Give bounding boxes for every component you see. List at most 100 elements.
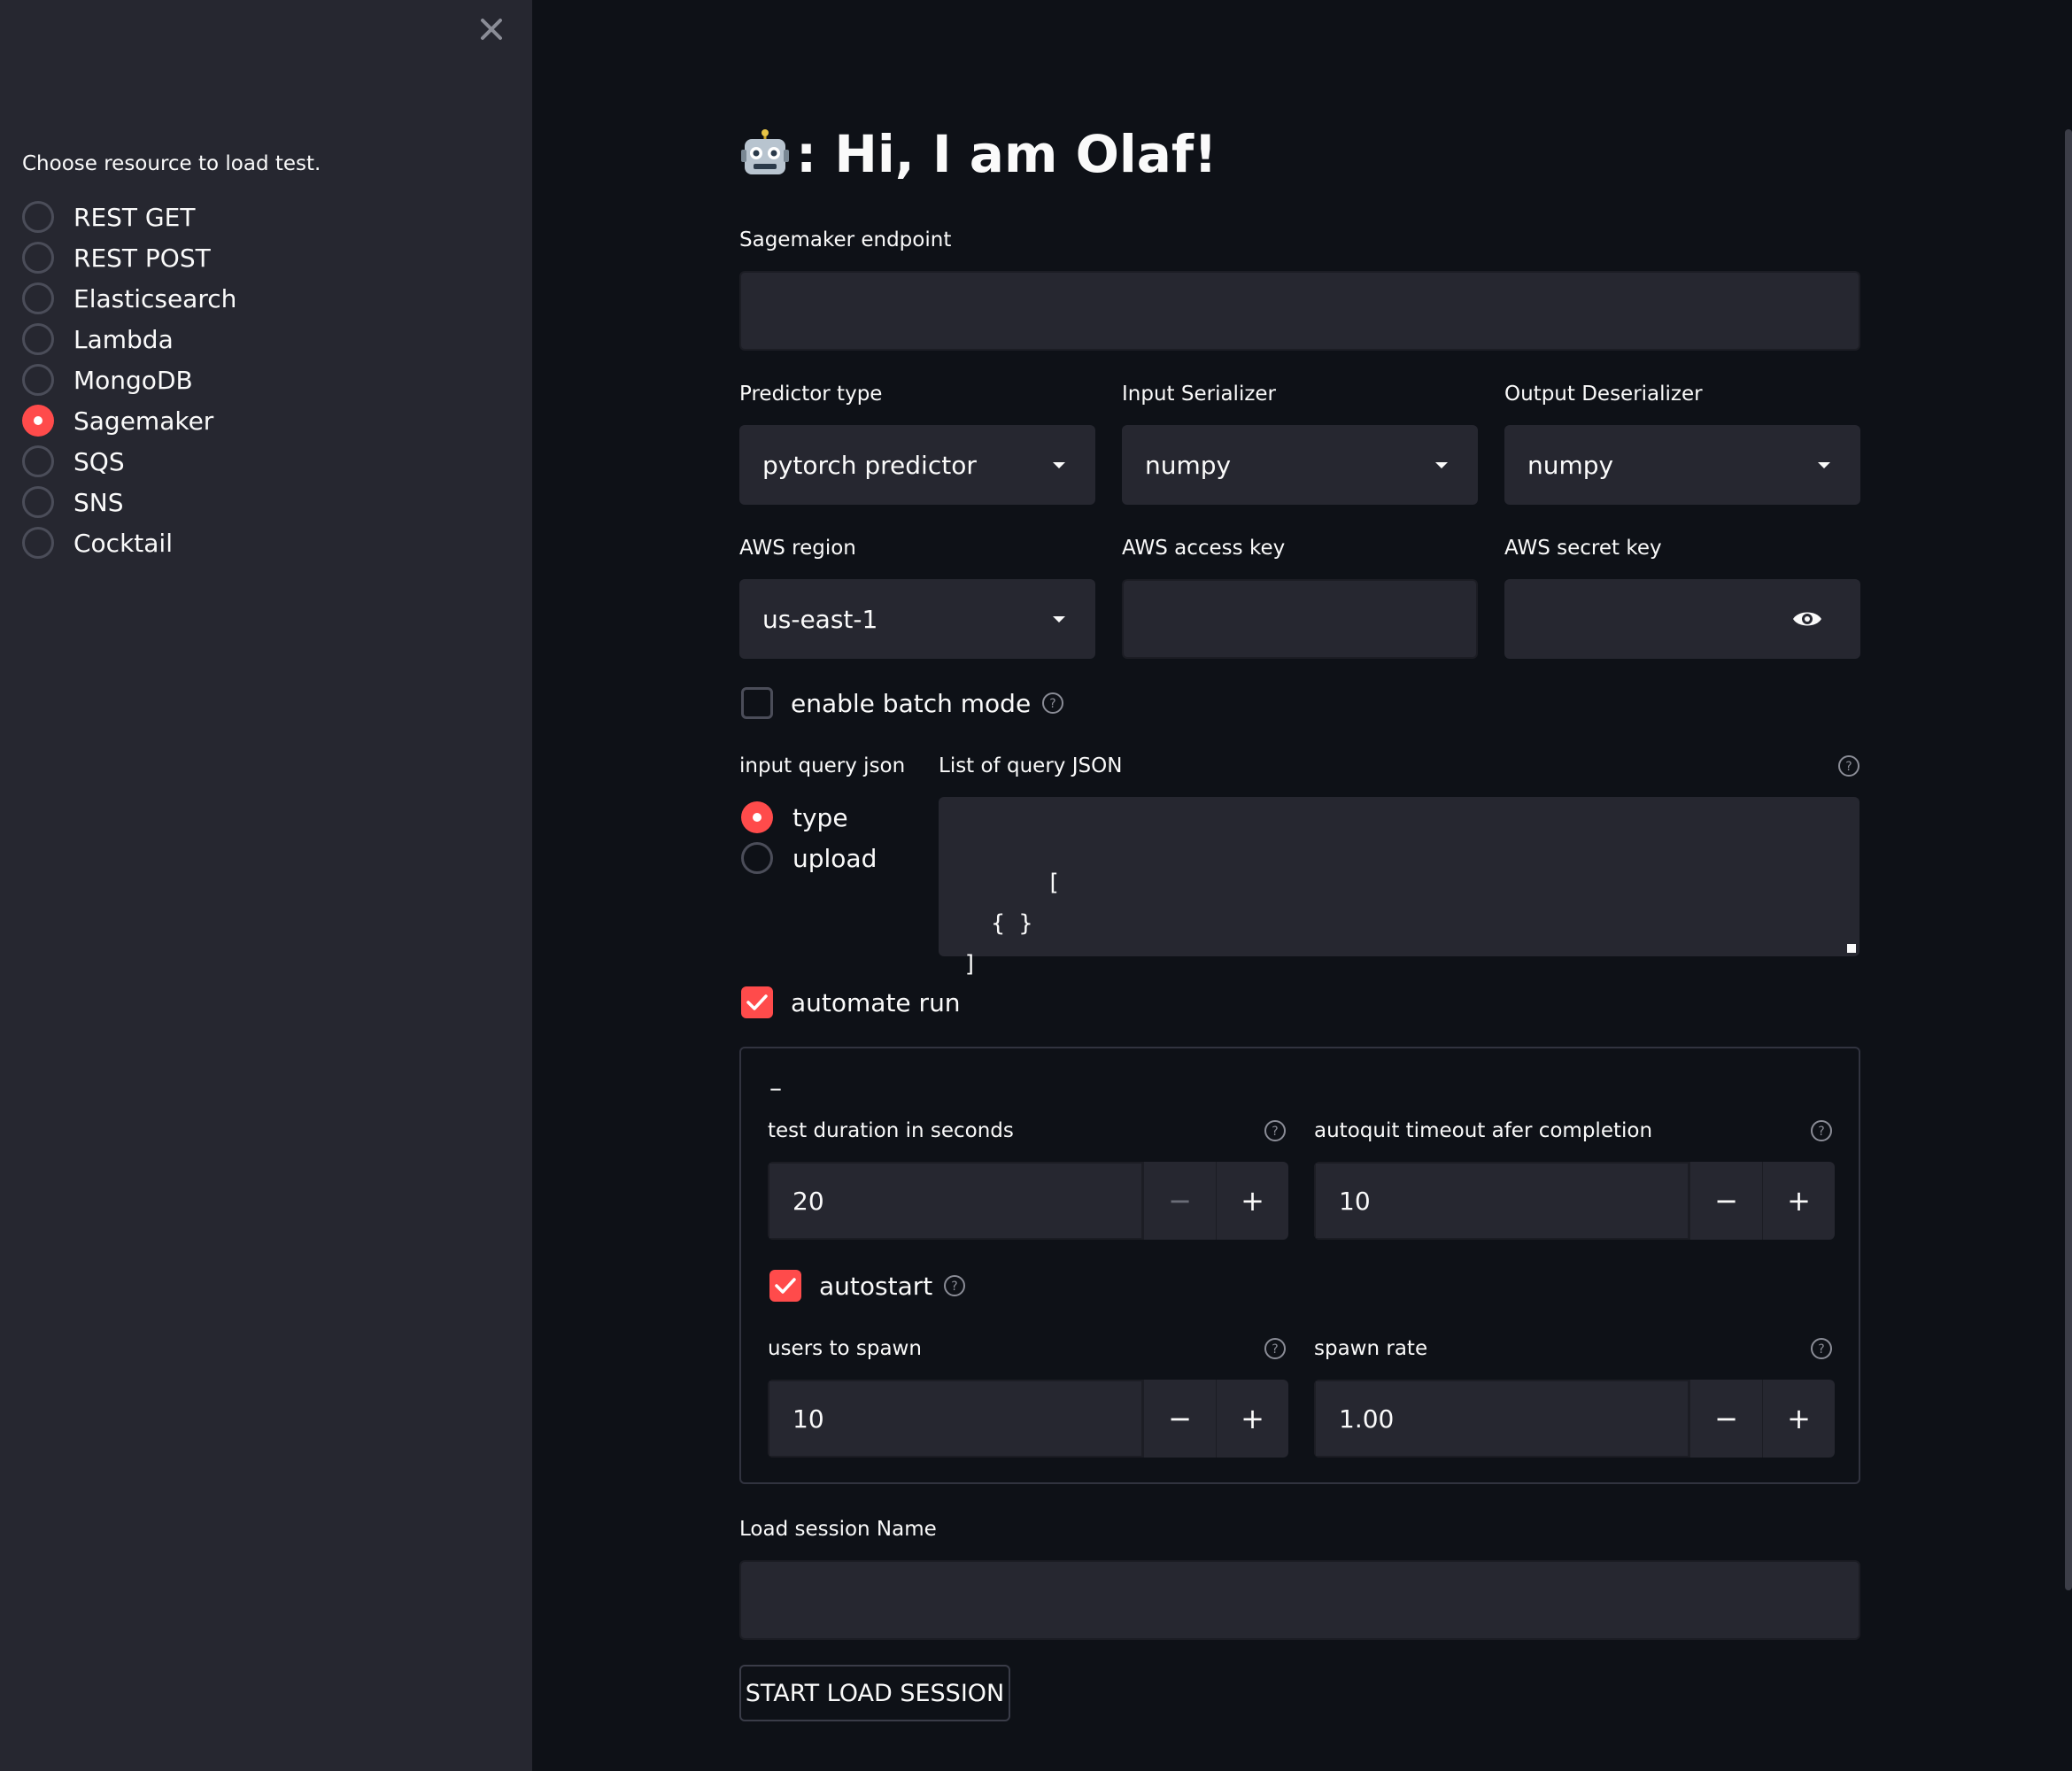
expander-collapse-toggle[interactable]: –	[769, 1073, 782, 1102]
sidebar: Choose resource to load test. REST GET RE…	[0, 0, 532, 1771]
batch-mode-checkbox[interactable]: enable batch mode ?	[741, 687, 1064, 719]
resource-label: Choose resource to load test.	[22, 152, 321, 175]
decrement-button[interactable]: −	[1689, 1380, 1762, 1458]
predictor-type-select[interactable]: pytorch predictor	[739, 425, 1095, 505]
query-json-textarea[interactable]: [ { } ]	[939, 797, 1859, 978]
show-password-icon[interactable]	[1791, 608, 1823, 630]
help-icon[interactable]: ?	[1810, 1119, 1833, 1142]
resource-option-sqs[interactable]: SQS	[22, 441, 236, 482]
resize-handle[interactable]	[1847, 944, 1856, 953]
scrollbar[interactable]	[2065, 129, 2072, 1590]
autoquit-number-input: 10 − +	[1314, 1162, 1835, 1240]
users-to-spawn-number-input: 10 − +	[768, 1380, 1288, 1458]
close-sidebar-button[interactable]	[475, 13, 507, 45]
checkbox-box[interactable]	[769, 1270, 801, 1302]
spawn-rate-number-input: 1.00 − +	[1314, 1380, 1835, 1458]
svg-text:?: ?	[1845, 760, 1852, 774]
radio-button[interactable]	[22, 242, 54, 274]
svg-text:?: ?	[1272, 1342, 1278, 1357]
help-icon[interactable]: ?	[1837, 754, 1860, 777]
start-load-session-button[interactable]: START LOAD SESSION	[739, 1665, 1010, 1721]
aws-secret-key-label: AWS secret key	[1504, 537, 1662, 560]
increment-button[interactable]: +	[1216, 1162, 1288, 1240]
aws-region-value: us-east-1	[762, 604, 878, 634]
output-deserializer-select[interactable]: numpy	[1504, 425, 1860, 505]
radio-label: type	[792, 802, 848, 832]
query-json-value: [ { } ]	[963, 870, 1061, 978]
radio-button[interactable]	[22, 323, 54, 355]
decrement-button[interactable]: −	[1143, 1162, 1216, 1240]
spawn-rate-value[interactable]: 1.00	[1314, 1380, 1689, 1458]
radio-button[interactable]	[22, 486, 54, 518]
title-text: : Hi, I am Olaf!	[796, 124, 1218, 184]
close-icon	[481, 19, 502, 40]
radio-label: Sagemaker	[73, 406, 214, 436]
resource-option-lambda[interactable]: Lambda	[22, 319, 236, 360]
chevron-down-icon	[1053, 462, 1065, 468]
predictor-type-label: Predictor type	[739, 383, 883, 406]
duration-value[interactable]: 20	[768, 1162, 1143, 1240]
resource-option-mongodb[interactable]: MongoDB	[22, 360, 236, 400]
autostart-checkbox[interactable]: autostart ?	[769, 1270, 966, 1302]
resource-option-rest-get[interactable]: REST GET	[22, 197, 236, 237]
query-input-option-type[interactable]: type	[741, 797, 877, 838]
checkmark-icon	[775, 1278, 796, 1294]
resource-radio-group: REST GET REST POST Elasticsearch Lambda Mong…	[22, 197, 236, 563]
help-icon[interactable]: ?	[1264, 1337, 1287, 1360]
predictor-type-value: pytorch predictor	[762, 450, 977, 480]
autoquit-value[interactable]: 10	[1314, 1162, 1689, 1240]
svg-text:?: ?	[1818, 1125, 1824, 1139]
radio-button[interactable]	[22, 201, 54, 233]
svg-text:?: ?	[1818, 1342, 1824, 1357]
resource-option-sns[interactable]: SNS	[22, 482, 236, 522]
checkbox-box[interactable]	[741, 986, 773, 1018]
help-icon[interactable]: ?	[1264, 1119, 1287, 1142]
help-icon[interactable]: ?	[1810, 1337, 1833, 1360]
automate-run-checkbox[interactable]: automate run	[741, 986, 961, 1018]
query-input-label: input query json	[739, 754, 906, 777]
increment-button[interactable]: +	[1216, 1380, 1288, 1458]
users-to-spawn-value[interactable]: 10	[768, 1380, 1143, 1458]
radio-button[interactable]	[22, 527, 54, 559]
output-deserializer-label: Output Deserializer	[1504, 383, 1703, 406]
help-icon[interactable]: ?	[1041, 692, 1064, 715]
input-serializer-select[interactable]: numpy	[1122, 425, 1478, 505]
help-icon[interactable]: ?	[943, 1274, 966, 1297]
radio-label: REST POST	[73, 243, 211, 273]
resource-option-rest-post[interactable]: REST POST	[22, 237, 236, 278]
radio-button[interactable]	[22, 405, 54, 437]
chevron-down-icon	[1435, 462, 1448, 468]
aws-region-select[interactable]: us-east-1	[739, 579, 1095, 659]
duration-number-input: 20 − +	[768, 1162, 1288, 1240]
spawn-rate-label: spawn rate	[1314, 1337, 1428, 1360]
duration-label: test duration in seconds	[768, 1119, 1014, 1142]
radio-button[interactable]	[22, 282, 54, 314]
resource-option-elasticsearch[interactable]: Elasticsearch	[22, 278, 236, 319]
automate-settings-expander: – test duration in seconds ? 20 − + auto…	[739, 1047, 1860, 1484]
radio-button[interactable]	[22, 445, 54, 477]
resource-option-cocktail[interactable]: Cocktail	[22, 522, 236, 563]
session-name-input[interactable]	[739, 1560, 1860, 1640]
radio-button[interactable]	[741, 842, 773, 874]
aws-access-key-label: AWS access key	[1122, 537, 1286, 560]
checkmark-icon	[746, 994, 768, 1010]
robot-icon	[741, 129, 789, 174]
radio-button[interactable]	[741, 801, 773, 833]
app: Choose resource to load test. REST GET RE…	[0, 0, 2072, 1771]
users-to-spawn-label: users to spawn	[768, 1337, 922, 1360]
decrement-button[interactable]: −	[1689, 1162, 1762, 1240]
query-input-option-upload[interactable]: upload	[741, 838, 877, 878]
aws-access-key-input[interactable]	[1122, 579, 1478, 659]
radio-button[interactable]	[22, 364, 54, 396]
page-title: : Hi, I am Olaf!	[739, 124, 1218, 184]
decrement-button[interactable]: −	[1143, 1380, 1216, 1458]
radio-label: upload	[792, 843, 878, 873]
query-input-radio-group: type upload	[741, 797, 877, 878]
increment-button[interactable]: +	[1762, 1380, 1835, 1458]
checkbox-box[interactable]	[741, 687, 773, 719]
aws-secret-key-input[interactable]	[1504, 579, 1860, 659]
endpoint-input[interactable]	[739, 271, 1860, 351]
resource-option-sagemaker[interactable]: Sagemaker	[22, 400, 236, 441]
query-json-label: List of query JSON	[939, 754, 1123, 777]
increment-button[interactable]: +	[1762, 1162, 1835, 1240]
